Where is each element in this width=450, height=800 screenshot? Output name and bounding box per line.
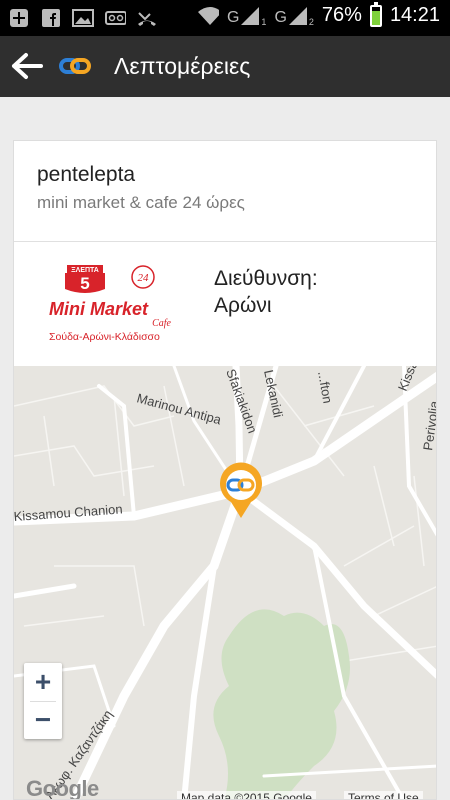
facebook-icon bbox=[40, 7, 62, 29]
map-pin-icon[interactable] bbox=[218, 462, 264, 520]
place-subtitle: mini market & cafe 24 ώρες bbox=[37, 193, 245, 212]
svg-text:ΞΛΕΠΤΑ: ΞΛΕΠΤΑ bbox=[71, 267, 99, 274]
place-name: pentelepta bbox=[37, 163, 136, 186]
zoom-controls: + − bbox=[24, 663, 62, 739]
divider bbox=[30, 701, 56, 702]
clock: 14:21 bbox=[389, 4, 440, 26]
battery-percent: 76% bbox=[321, 4, 362, 26]
place-card: pentelepta mini market & cafe 24 ώρες ΞΛ… bbox=[13, 140, 437, 800]
address-value: Αρώνι bbox=[214, 294, 272, 317]
battery-icon bbox=[369, 1, 382, 27]
shop-logo: ΞΛΕΠΤΑ 5 24 Mini Market Cafe Σούδα-Αρώνι… bbox=[47, 263, 177, 345]
missed-call-icon bbox=[136, 7, 158, 29]
svg-text:24: 24 bbox=[138, 272, 150, 284]
street-label: ...fton bbox=[315, 370, 335, 405]
street-label: Perivolia bbox=[420, 399, 437, 451]
svg-text:Mini Market: Mini Market bbox=[49, 299, 149, 319]
signal-1-icon: G 1 bbox=[226, 6, 267, 27]
app-bar: Λεπτομέρειες bbox=[0, 36, 450, 97]
voicemail-icon bbox=[104, 7, 126, 29]
gallery-icon bbox=[72, 7, 94, 29]
chain-link-logo bbox=[58, 52, 92, 80]
address-label: Διεύθυνση: bbox=[214, 267, 318, 290]
page-title: Λεπτομέρειες bbox=[114, 53, 251, 79]
map-canvas[interactable]: Kissamou Chanion Marinou Antipa Sfakiaki… bbox=[14, 366, 437, 800]
back-arrow-icon[interactable] bbox=[10, 50, 44, 82]
zoom-out-button[interactable]: − bbox=[24, 701, 62, 739]
plus-icon bbox=[8, 7, 30, 29]
svg-text:Σούδα-Αρώνι-Κλάδισσο: Σούδα-Αρώνι-Κλάδισσο bbox=[49, 331, 160, 343]
map-data-attribution: Map data ©2015 Google bbox=[177, 791, 316, 799]
terms-of-use-link[interactable]: Terms of Use bbox=[344, 791, 423, 799]
svg-text:5: 5 bbox=[80, 274, 89, 293]
google-logo: Google bbox=[26, 776, 99, 800]
status-bar: G 1 G 2 76% 14:21 bbox=[0, 0, 450, 36]
wifi-icon bbox=[197, 5, 219, 27]
zoom-in-button[interactable]: + bbox=[24, 663, 62, 701]
map-view[interactable]: Kissamou Chanion Marinou Antipa Sfakiaki… bbox=[14, 366, 437, 800]
signal-2-icon: G 2 bbox=[274, 6, 314, 27]
divider bbox=[14, 241, 436, 242]
svg-text:Cafe: Cafe bbox=[152, 318, 171, 329]
